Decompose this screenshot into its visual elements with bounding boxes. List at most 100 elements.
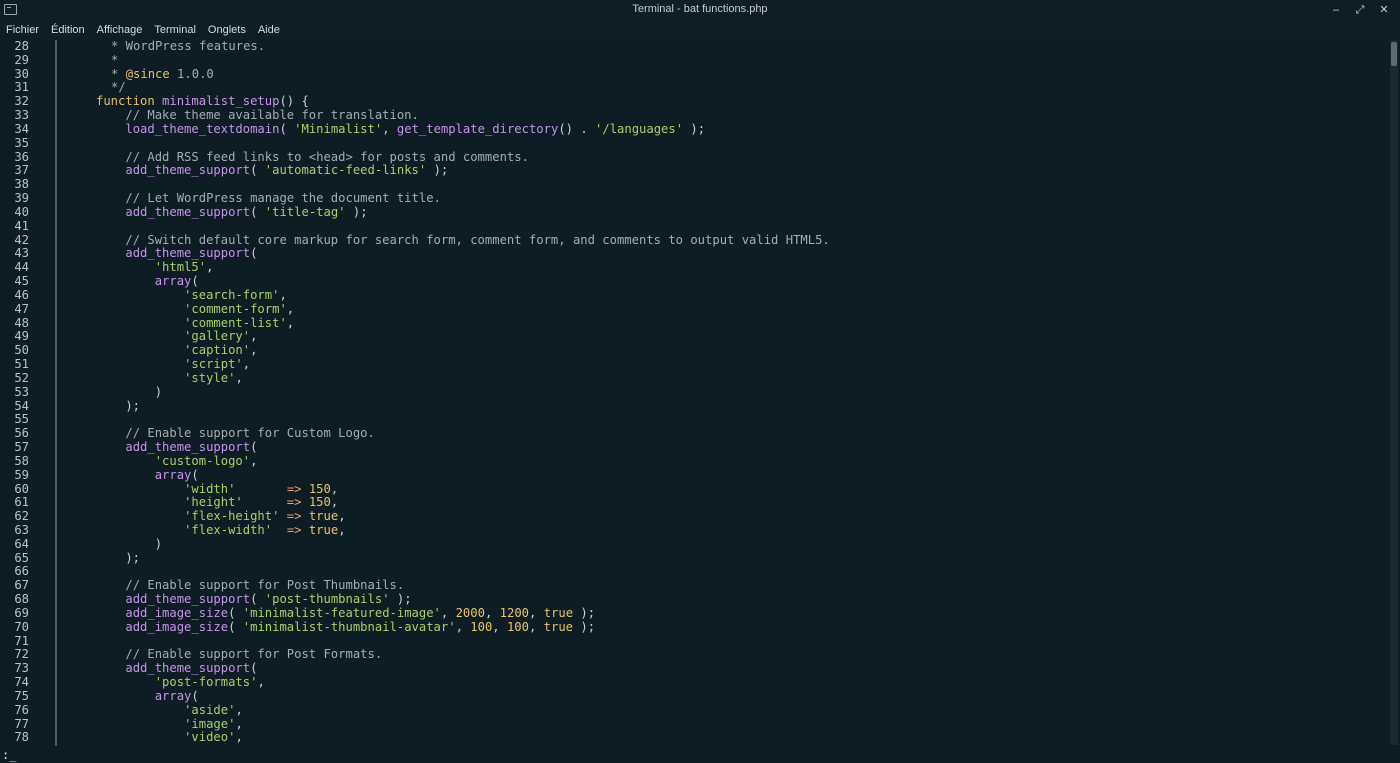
- code-line: 61 'height' => 150,: [0, 495, 1390, 510]
- code-token: =>: [286, 495, 302, 510]
- code-line: 69 add_image_size( 'minimalist-featured-…: [0, 605, 1390, 621]
- code-token: ,: [338, 509, 346, 524]
- code-token: 'Minimalist': [294, 121, 383, 136]
- code-text: // Enable support for Custom Logo.: [96, 426, 374, 441]
- code-text: * @since 1.0.0: [89, 67, 214, 82]
- code-token: array: [154, 688, 192, 703]
- line-number: 74: [14, 675, 29, 690]
- code-view[interactable]: 28 * WordPress features. 29 * 30 * @since …: [0, 39, 1390, 748]
- code-line: 45 array(: [0, 274, 1390, 289]
- code-token: ,: [484, 605, 500, 620]
- code-token: (: [279, 121, 295, 136]
- close-button[interactable]: ✕: [1376, 2, 1392, 18]
- code-token: 'comment-form': [184, 301, 287, 316]
- code-line: 73 add_theme_support(: [0, 661, 1390, 676]
- line-number: 42: [14, 232, 29, 247]
- menu-fichier[interactable]: Fichier: [0, 20, 45, 40]
- line-number: 66: [14, 564, 29, 579]
- menu-aide[interactable]: Aide: [252, 20, 286, 40]
- code-text: 'flex-width' => true,: [96, 522, 345, 538]
- line-number: 75: [14, 688, 29, 703]
- line-number: 51: [14, 357, 29, 372]
- menu-onglets[interactable]: Onglets: [202, 20, 252, 40]
- vertical-scrollbar[interactable]: [1390, 40, 1398, 745]
- line-number: 72: [14, 647, 29, 662]
- code-text: 'aside',: [96, 703, 243, 718]
- line-number: 49: [14, 329, 29, 344]
- code-token: (: [191, 467, 199, 482]
- code-token: add_theme_support: [125, 204, 251, 219]
- code-line: 49 'gallery',: [0, 329, 1390, 344]
- code-line: 76 'aside',: [0, 703, 1390, 718]
- code-text: ): [96, 385, 162, 400]
- code-token: ): [96, 536, 163, 551]
- line-number: 38: [14, 177, 29, 192]
- code-line: 66: [0, 565, 1390, 579]
- code-line: 52 'style',: [0, 371, 1390, 386]
- code-token: );: [683, 121, 706, 136]
- code-token: () .: [558, 121, 596, 136]
- pager-prompt[interactable]: :_: [2, 748, 16, 762]
- line-number: 40: [14, 204, 29, 219]
- code-token: add_theme_support: [125, 592, 251, 607]
- code-token: 'image': [184, 716, 236, 731]
- code-token: (: [250, 204, 265, 219]
- code-line: 55: [0, 413, 1390, 427]
- code-token: () {: [279, 94, 309, 109]
- code-token: );: [573, 619, 596, 634]
- code-token: true: [308, 522, 339, 537]
- code-line: 36 // Add RSS feed links to <head> for p…: [0, 149, 1390, 165]
- code-line: 54 );: [0, 399, 1390, 414]
- line-number: 43: [14, 246, 29, 261]
- line-number: 33: [14, 108, 29, 123]
- line-number: 41: [14, 218, 29, 233]
- code-token: (: [191, 274, 199, 289]
- code-token: 100: [506, 619, 529, 634]
- code-token: ,: [492, 619, 507, 634]
- code-token: 150: [308, 495, 331, 510]
- code-text: // Let WordPress manage the document tit…: [96, 191, 441, 206]
- scrollbar-thumb[interactable]: [1391, 42, 1397, 66]
- line-number: 31: [14, 80, 29, 95]
- line-number: 35: [14, 135, 29, 150]
- code-line: 33 // Make theme available for translati…: [0, 108, 1390, 123]
- code-text: 'style',: [96, 371, 243, 386]
- code-token: 'html5': [154, 260, 207, 275]
- minimize-button[interactable]: –: [1328, 2, 1344, 18]
- code-token: // Add RSS feed links to <head> for post…: [125, 149, 529, 164]
- code-text: 'width' => 150,: [96, 482, 338, 497]
- menu-terminal[interactable]: Terminal: [148, 20, 202, 40]
- code-line: 28 * WordPress features.: [0, 39, 1390, 54]
- code-text: 'custom-logo',: [96, 454, 258, 469]
- menu-affichage[interactable]: Affichage: [91, 20, 149, 40]
- code-token: );: [96, 550, 141, 565]
- code-token: */: [89, 80, 126, 95]
- code-token: 'post-thumbnails': [264, 592, 390, 607]
- code-text: 'search-form',: [96, 288, 287, 303]
- code-token: );: [426, 163, 449, 178]
- line-number: 47: [14, 301, 29, 316]
- line-number: 64: [14, 536, 29, 551]
- code-line: 44 'html5',: [0, 260, 1390, 275]
- code-line: 77 'image',: [0, 716, 1390, 732]
- code-line: 75 array(: [0, 688, 1390, 704]
- menu-edition[interactable]: Édition: [45, 20, 91, 40]
- code-line: 31 */: [0, 81, 1390, 95]
- code-text: add_theme_support(: [96, 440, 257, 455]
- code-text: ): [96, 536, 163, 552]
- maximize-button[interactable]: ⤢: [1352, 2, 1368, 18]
- code-token: ,: [235, 730, 243, 745]
- code-token: ,: [242, 357, 251, 372]
- line-number: 71: [14, 633, 29, 648]
- code-token: 'caption': [184, 343, 251, 358]
